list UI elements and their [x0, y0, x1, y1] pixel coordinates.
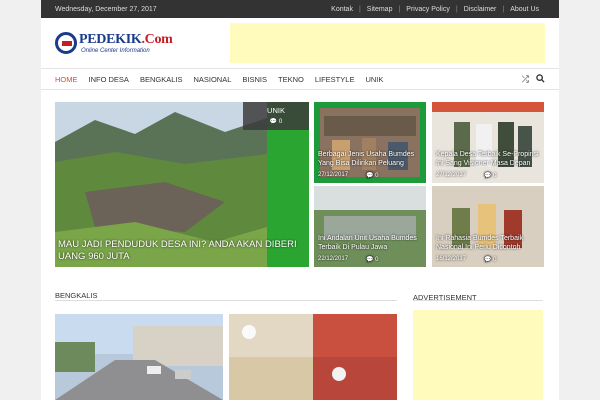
sidebar-ad[interactable] — [413, 310, 543, 400]
featured-tile[interactable]: Berbagai Jenis Usaha Bumdes Yang Bisa Di… — [314, 102, 426, 183]
nav-lifestyle[interactable]: LIFESTYLE — [315, 75, 363, 84]
nav-tekno[interactable]: TEKNO — [278, 75, 312, 84]
nav-tools: ⤮ — [522, 74, 545, 85]
street-photo — [55, 314, 223, 400]
header-ad-banner[interactable] — [230, 23, 545, 63]
tile-meta: 27/12/2017 💬 0 — [318, 172, 379, 179]
top-links: Kontak | Sitemap | Privacy Policy | Disclai… — [325, 6, 545, 13]
logo-wordmark: PEDEKIK.Com — [79, 32, 173, 47]
tile-meta: 27/12/2017 💬 0 — [436, 172, 497, 179]
link-about-us[interactable]: About Us — [504, 6, 545, 13]
category-badge[interactable]: UNIK 💬 0 — [243, 102, 309, 130]
link-sitemap[interactable]: Sitemap — [361, 6, 399, 13]
current-date: Wednesday, December 27, 2017 — [55, 5, 157, 13]
logo-tagline: Online Center Information — [81, 48, 150, 54]
tile-meta: 16/12/2017 💬 0 — [436, 256, 497, 263]
section-title-bengkalis[interactable]: BENGKALIS — [55, 291, 98, 300]
tile-title[interactable]: Ini Andalan Unit Usaha Bumdes Terbaik Di… — [318, 234, 423, 252]
nav-nasional[interactable]: NASIONAL — [193, 75, 239, 84]
featured-grid: UNIK 💬 0 MAU JADI PENDUDUK DESA INI? AND… — [55, 102, 545, 267]
section-divider — [55, 300, 397, 301]
tile-meta: 22/12/2017 💬 0 — [318, 256, 379, 263]
shuffle-icon[interactable]: ⤮ — [522, 74, 529, 85]
nav-info-desa[interactable]: INFO DESA — [89, 75, 137, 84]
logo-mark-icon — [55, 32, 77, 54]
bengkalis-post-image[interactable] — [55, 314, 223, 400]
nav-unik[interactable]: UNIK — [365, 75, 391, 84]
farm-photo — [314, 186, 426, 267]
featured-tile[interactable]: Ini Rahasia Bumdes Terbaik Nasional Ini … — [432, 186, 544, 267]
featured-main-title[interactable]: MAU JADI PENDUDUK DESA INI? ANDA AKAN DI… — [58, 239, 298, 263]
tile-title[interactable]: Ini Rahasia Bumdes Terbaik Nasional Ini … — [436, 234, 541, 252]
link-disclaimer[interactable]: Disclaimer — [458, 6, 503, 13]
main-nav: HOME INFO DESA BENGKALIS NASIONAL BISNIS… — [41, 68, 559, 90]
section-divider — [413, 300, 543, 301]
market-photo — [320, 108, 420, 177]
nav-bengkalis[interactable]: BENGKALIS — [140, 75, 191, 84]
ceremony-photo — [432, 186, 544, 267]
featured-main-post[interactable]: UNIK 💬 0 MAU JADI PENDUDUK DESA INI? AND… — [55, 102, 309, 267]
nav-home[interactable]: HOME — [55, 75, 86, 84]
search-icon[interactable] — [536, 74, 545, 85]
featured-tile[interactable]: Kepala Desa Terbaik Se-Propinsi Ini Sang… — [432, 102, 544, 183]
site-logo[interactable]: PEDEKIK.Com Online Center Information — [55, 32, 195, 60]
nav-bisnis[interactable]: BISNIS — [242, 75, 275, 84]
cooking-collage-photo — [229, 314, 397, 400]
link-kontak[interactable]: Kontak — [325, 6, 359, 13]
bengkalis-post-image[interactable] — [229, 314, 397, 400]
featured-tile[interactable]: Ini Andalan Unit Usaha Bumdes Terbaik Di… — [314, 186, 426, 267]
tile-title[interactable]: Kepala Desa Terbaik Se-Propinsi Ini Sang… — [436, 150, 541, 168]
officials-photo — [432, 102, 544, 183]
top-bar: Wednesday, December 27, 2017 Kontak | Sit… — [41, 0, 559, 18]
link-privacy-policy[interactable]: Privacy Policy — [400, 6, 456, 13]
page: Wednesday, December 27, 2017 Kontak | Sit… — [41, 0, 559, 400]
comment-count: 💬 0 — [269, 119, 283, 125]
tile-title[interactable]: Berbagai Jenis Usaha Bumdes Yang Bisa Di… — [318, 150, 423, 168]
